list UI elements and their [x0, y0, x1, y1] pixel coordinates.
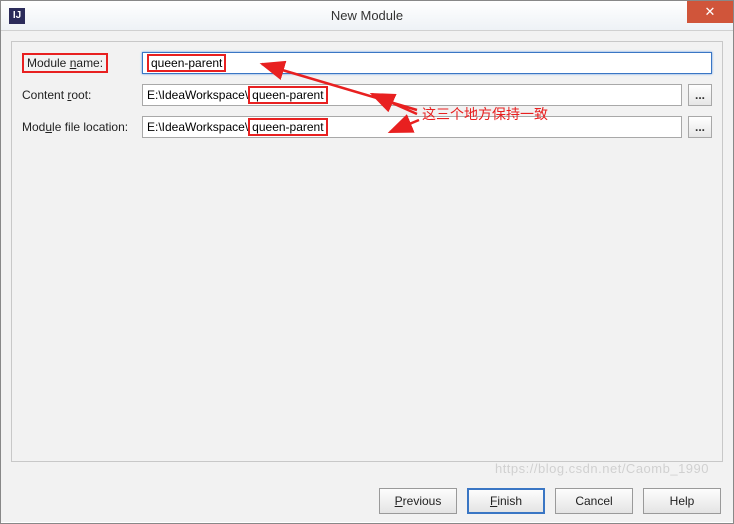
button-bar: Previous Finish Cancel Help [379, 488, 721, 514]
help-button[interactable]: Help [643, 488, 721, 514]
close-icon: ✕ [705, 4, 716, 20]
row-module-file-location: Module file location: E:\IdeaWorkspace\q… [22, 116, 712, 138]
module-file-location-label: Module file location: [22, 120, 142, 134]
module-name-label: Module name: [22, 56, 142, 70]
content-root-input[interactable]: E:\IdeaWorkspace\queen-parent [142, 84, 682, 106]
close-button[interactable]: ✕ [687, 1, 733, 23]
content-root-highlight: queen-parent [248, 86, 327, 104]
module-file-location-input[interactable]: E:\IdeaWorkspace\queen-parent [142, 116, 682, 138]
previous-button[interactable]: Previous [379, 488, 457, 514]
module-name-value: queen-parent [147, 54, 226, 72]
form-panel: Module name: queen-parent Content root: … [11, 41, 723, 462]
module-file-location-highlight: queen-parent [248, 118, 327, 136]
row-module-name: Module name: queen-parent [22, 52, 712, 74]
ellipsis-icon: ... [695, 88, 705, 102]
module-file-location-prefix: E:\IdeaWorkspace\ [147, 120, 248, 134]
module-name-input[interactable]: queen-parent [142, 52, 712, 74]
app-icon: IJ [9, 8, 25, 24]
content-root-browse-button[interactable]: ... [688, 84, 712, 106]
titlebar: IJ New Module ✕ [1, 1, 733, 31]
dialog-content: Module name: queen-parent Content root: … [1, 31, 733, 522]
content-root-label: Content root: [22, 88, 142, 102]
ellipsis-icon: ... [695, 120, 705, 134]
finish-button[interactable]: Finish [467, 488, 545, 514]
watermark: https://blog.csdn.net/Caomb_1990 [495, 461, 709, 476]
window-title: New Module [331, 8, 403, 23]
content-root-prefix: E:\IdeaWorkspace\ [147, 88, 248, 102]
module-file-location-browse-button[interactable]: ... [688, 116, 712, 138]
row-content-root: Content root: E:\IdeaWorkspace\queen-par… [22, 84, 712, 106]
cancel-button[interactable]: Cancel [555, 488, 633, 514]
